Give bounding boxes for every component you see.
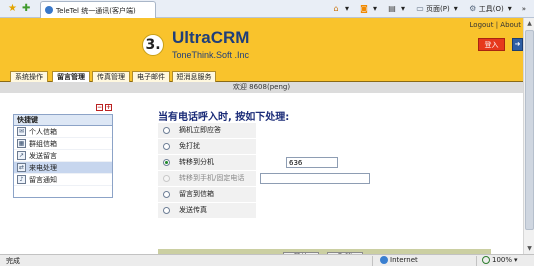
option-row: 转移到分机 (158, 155, 491, 171)
print-icon: ▤ (388, 4, 396, 13)
option-row: 转移到手机/固定电话 (158, 171, 491, 187)
option-row: 免打扰 (158, 139, 491, 155)
tab-sms-service[interactable]: 短消息服务 (172, 71, 216, 82)
rss-feed-icon: ◙ (360, 4, 368, 13)
sidebar-item-send-message[interactable]: ↗ 发送留言 (14, 150, 112, 162)
zoom-icon (482, 256, 490, 264)
zoom-control[interactable]: 100% ▾ (482, 256, 518, 264)
sidebar-item-group-mailbox[interactable]: ▦ 群组信箱 (14, 138, 112, 150)
sidebar-item-label: 留言通知 (29, 175, 57, 184)
logout-link[interactable]: Logout (470, 21, 494, 29)
extension-input[interactable] (286, 157, 338, 168)
command-bar: ⌂ ▾ ◙ ▾ ▤ ▾ ▭ 页面(P) ▾ ⚙ 工具(O) ▾ » (329, 2, 528, 16)
tools-menu-label: 工具(O) (478, 5, 504, 13)
chevron-down-icon: ▾ (401, 4, 406, 13)
scroll-up-arrow-icon[interactable]: ▲ (525, 19, 534, 28)
option-label: 转移到手机/固定电话 (176, 171, 256, 186)
chevron-down-icon: ▾ (373, 4, 378, 13)
notification-icon: ♪ (17, 175, 26, 184)
security-zone[interactable]: Internet (380, 256, 418, 264)
browser-tab[interactable]: TeleTel 统一通讯(客户端) (40, 1, 156, 18)
radio-voicemail[interactable] (163, 191, 170, 198)
sidebar-item-label: 来电处理 (29, 163, 57, 172)
sidebar-item-label: 发送留言 (29, 151, 57, 160)
form-title: 当有电话呼入时, 按如下处理: (158, 112, 290, 123)
radio-forward-extension[interactable] (163, 159, 170, 166)
tab-title: TeleTel 统一通讯(客户端) (56, 7, 136, 15)
send-message-icon: ↗ (17, 151, 26, 160)
option-row: 留言到信箱 (158, 187, 491, 203)
scroll-down-arrow-icon[interactable]: ▼ (525, 244, 534, 253)
zone-label: Internet (390, 256, 418, 264)
logo-subtitle: ToneThink.Soft .Inc (172, 50, 250, 60)
gear-icon: ⚙ (469, 4, 477, 13)
sidebar-title: 快捷键 (14, 115, 112, 126)
shortcut-sidebar: 快捷键 ✉ 个人信箱 ▦ 群组信箱 ↗ 发送留言 ⇄ 来电处理 ♪ 留言通知 (13, 114, 113, 198)
logo-name: UltraCRM (172, 28, 250, 47)
overflow-label: » (521, 5, 526, 13)
logo-badge: 3. (142, 34, 164, 56)
radio-answer-immediately[interactable] (163, 127, 170, 134)
sidebar-item-label: 群组信箱 (29, 139, 57, 148)
option-label: 留言到信箱 (176, 187, 256, 202)
sidebar-item-call-handling[interactable]: ⇄ 来电处理 (14, 162, 112, 174)
more-commands-button[interactable]: » (520, 2, 528, 16)
vertical-scrollbar[interactable]: ▲ ▼ (523, 18, 534, 254)
option-label: 摘机立即应答 (176, 123, 256, 138)
radio-send-fax[interactable] (163, 207, 170, 214)
login-button[interactable]: 登入 (478, 38, 505, 51)
page-menu-label: 页面(P) (426, 5, 450, 13)
group-mailbox-icon: ▦ (17, 139, 26, 148)
sidebar-controls: − + (96, 104, 112, 111)
print-button[interactable]: ▤ ▾ (385, 2, 410, 16)
home-icon: ⌂ (333, 4, 339, 13)
login-arrow-icon[interactable]: ➜ (512, 38, 523, 51)
favorites-star-icon[interactable]: ★ (8, 3, 19, 14)
chevron-down-icon: ▾ (453, 4, 458, 13)
option-label: 免打扰 (176, 139, 256, 154)
phone-number-input[interactable] (260, 173, 370, 184)
option-label: 转移到分机 (176, 155, 256, 170)
chevron-down-icon: ▾ (345, 4, 350, 13)
status-bar: 完成 Internet 100% ▾ (0, 254, 534, 266)
main-nav: 系统操作 留言管理 传真管理 电子邮件 短消息服务 (0, 70, 523, 82)
collapse-icon[interactable]: − (96, 104, 103, 111)
radio-do-not-disturb[interactable] (163, 143, 170, 150)
welcome-bar: 欢迎 8608(peng) (0, 82, 523, 93)
sidebar-item-personal-mailbox[interactable]: ✉ 个人信箱 (14, 126, 112, 138)
radio-forward-phone (163, 175, 170, 182)
about-link[interactable]: About (500, 21, 521, 29)
app-header: Logout | About 3. UltraCRM ToneThink.Sof… (0, 18, 523, 70)
feeds-button[interactable]: ◙ ▾ (357, 2, 382, 16)
option-row: 摘机立即应答 (158, 123, 491, 139)
option-label: 发送传真 (176, 203, 256, 218)
expand-icon[interactable]: + (105, 104, 112, 111)
tab-email[interactable]: 电子邮件 (132, 71, 170, 82)
tab-system-operations[interactable]: 系统操作 (10, 71, 48, 82)
mailbox-icon: ✉ (17, 127, 26, 136)
ie-page-icon (45, 6, 53, 14)
browser-toolbar: ★ ✚ TeleTel 统一通讯(客户端) ⌂ ▾ ◙ ▾ ▤ ▾ ▭ 页面(P) ▾ ⚙… (0, 0, 534, 18)
scroll-thumb[interactable] (525, 30, 534, 230)
sidebar-item-message-notify[interactable]: ♪ 留言通知 (14, 174, 112, 186)
page-viewport: Logout | About 3. UltraCRM ToneThink.Sof… (0, 18, 523, 265)
chevron-down-icon: ▾ (514, 256, 518, 264)
header-links: Logout | About (470, 21, 521, 29)
globe-icon (380, 256, 388, 264)
tab-message-management[interactable]: 留言管理 (52, 71, 90, 82)
call-forward-icon: ⇄ (17, 163, 26, 172)
status-text: 完成 (6, 257, 20, 265)
zoom-level: 100% (492, 256, 513, 264)
sidebar-item-label: 个人信箱 (29, 127, 57, 136)
tab-fax-management[interactable]: 传真管理 (92, 71, 130, 82)
home-button[interactable]: ⌂ ▾ (329, 2, 354, 16)
page-menu-button[interactable]: ▭ 页面(P) ▾ (413, 2, 463, 16)
call-handling-options: 摘机立即应答 免打扰 转移到分机 转移到手机/固定电话 留言到信箱 发送传真 (158, 123, 491, 219)
tools-menu-button[interactable]: ⚙ 工具(O) ▾ (466, 2, 517, 16)
chevron-down-icon: ▾ (507, 4, 512, 13)
page-icon: ▭ (416, 4, 424, 13)
add-favorites-icon[interactable]: ✚ (22, 3, 33, 14)
option-row: 发送传真 (158, 203, 491, 219)
